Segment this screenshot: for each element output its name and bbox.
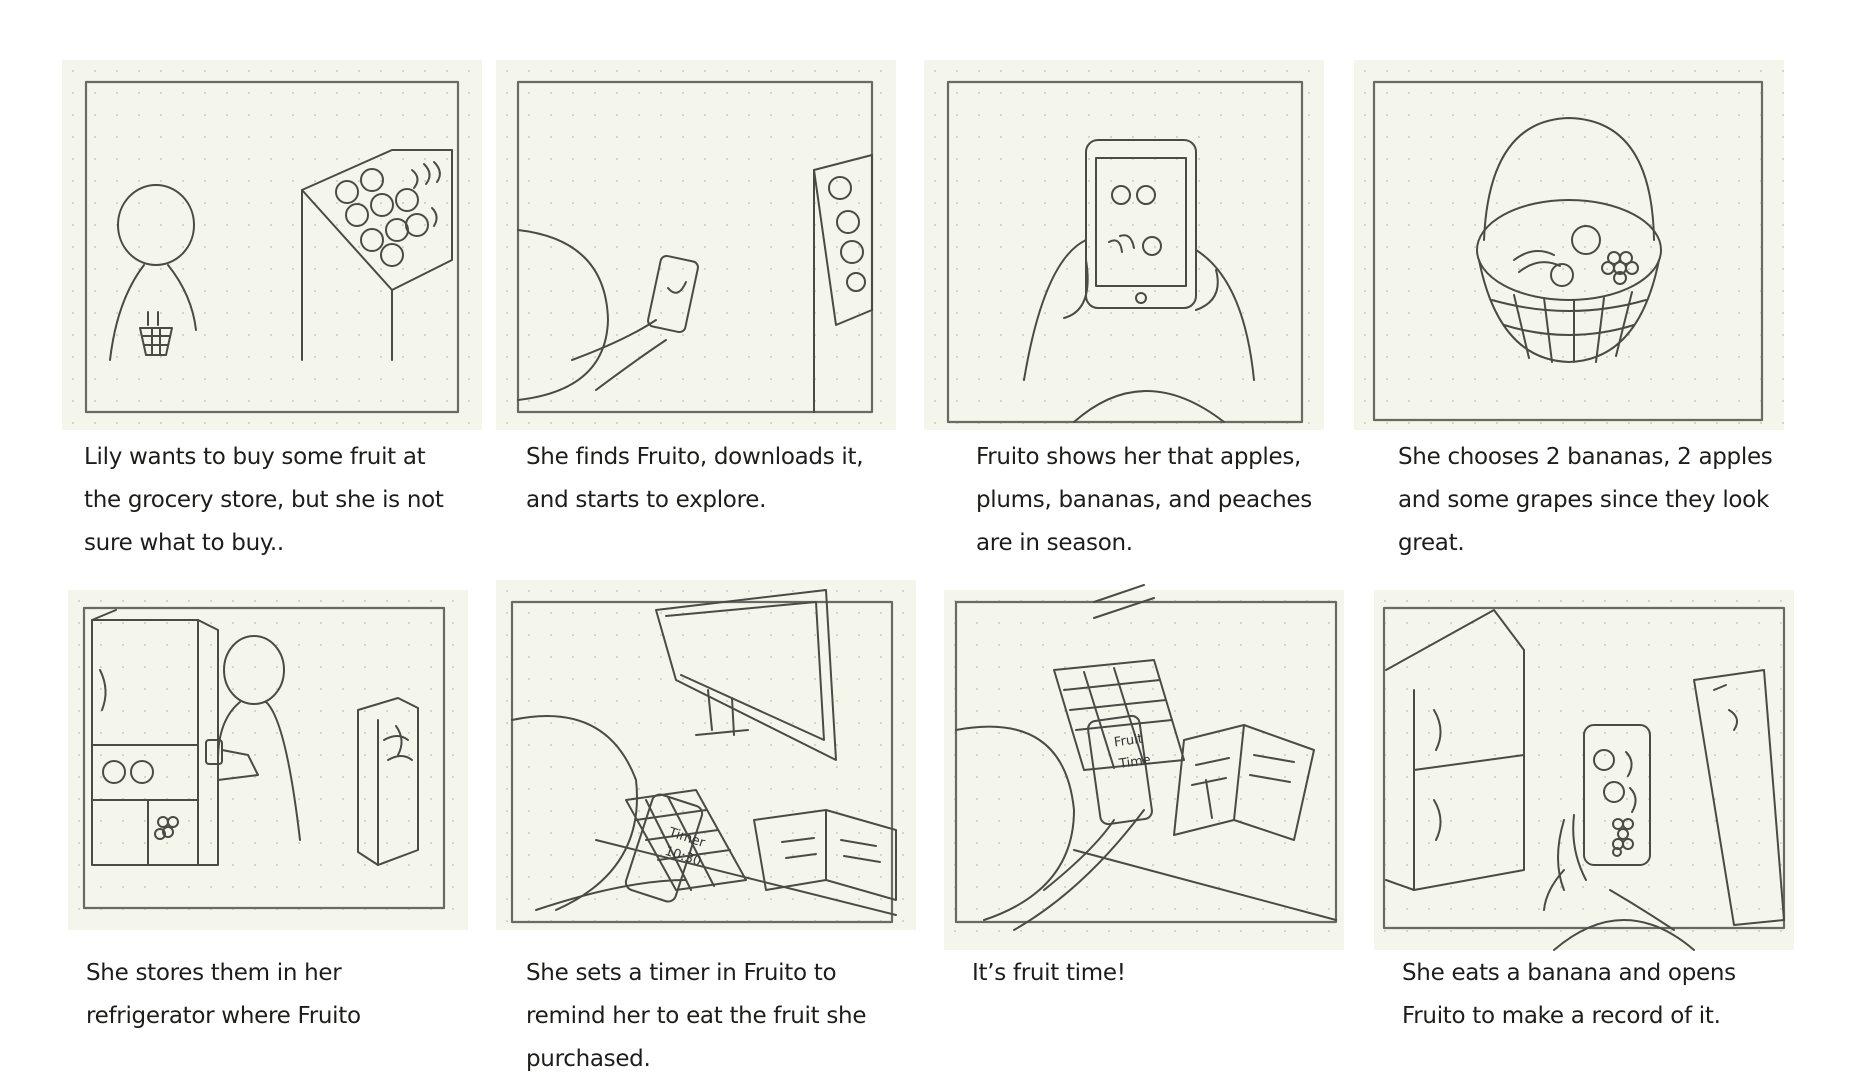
storyboard-panel-1 — [62, 60, 482, 430]
sketch-set-timer: Timer 10:30 — [510, 589, 897, 924]
panel-4-caption: She chooses 2 bananas, 2 apples and some… — [1398, 444, 1773, 556]
panel-5-caption: She stores them in her refrigerator wher… — [86, 960, 361, 1029]
sketch-fruit-time: Fruit Time — [954, 584, 1338, 931]
panel-6-caption: She sets a timer in Fruito to remind her… — [526, 960, 867, 1072]
storyboard-panel-7: Fruit Time — [944, 584, 1344, 950]
storyboard-panel-2 — [496, 60, 896, 430]
panel-2-caption: She finds Fruito, downloads it, and star… — [526, 444, 864, 513]
sketch-refrigerator — [82, 606, 446, 910]
panel-8-caption: She eats a banana and opens Fruito to ma… — [1402, 960, 1736, 1029]
storyboard-panel-5 — [68, 590, 468, 930]
storyboard-panel-3 — [924, 60, 1324, 430]
storyboard-panel-6: Timer 10:30 — [496, 580, 916, 930]
panel-7-caption: It’s fruit time! — [972, 960, 1126, 986]
storyboard-panel-8 — [1374, 590, 1794, 951]
sketch-grocery-store — [84, 80, 460, 414]
sketch-basket-of-fruit — [1372, 80, 1764, 422]
panel-1-caption: Lily wants to buy some fruit at the groc… — [84, 444, 444, 556]
sketch-eat-banana-record — [1382, 606, 1786, 951]
sketch-phone-in-season — [946, 80, 1304, 424]
sketch-download-app — [516, 80, 874, 414]
storyboard-panel-4 — [1354, 60, 1784, 430]
panel-3-caption: Fruito shows her that apples, plums, ban… — [976, 444, 1312, 556]
